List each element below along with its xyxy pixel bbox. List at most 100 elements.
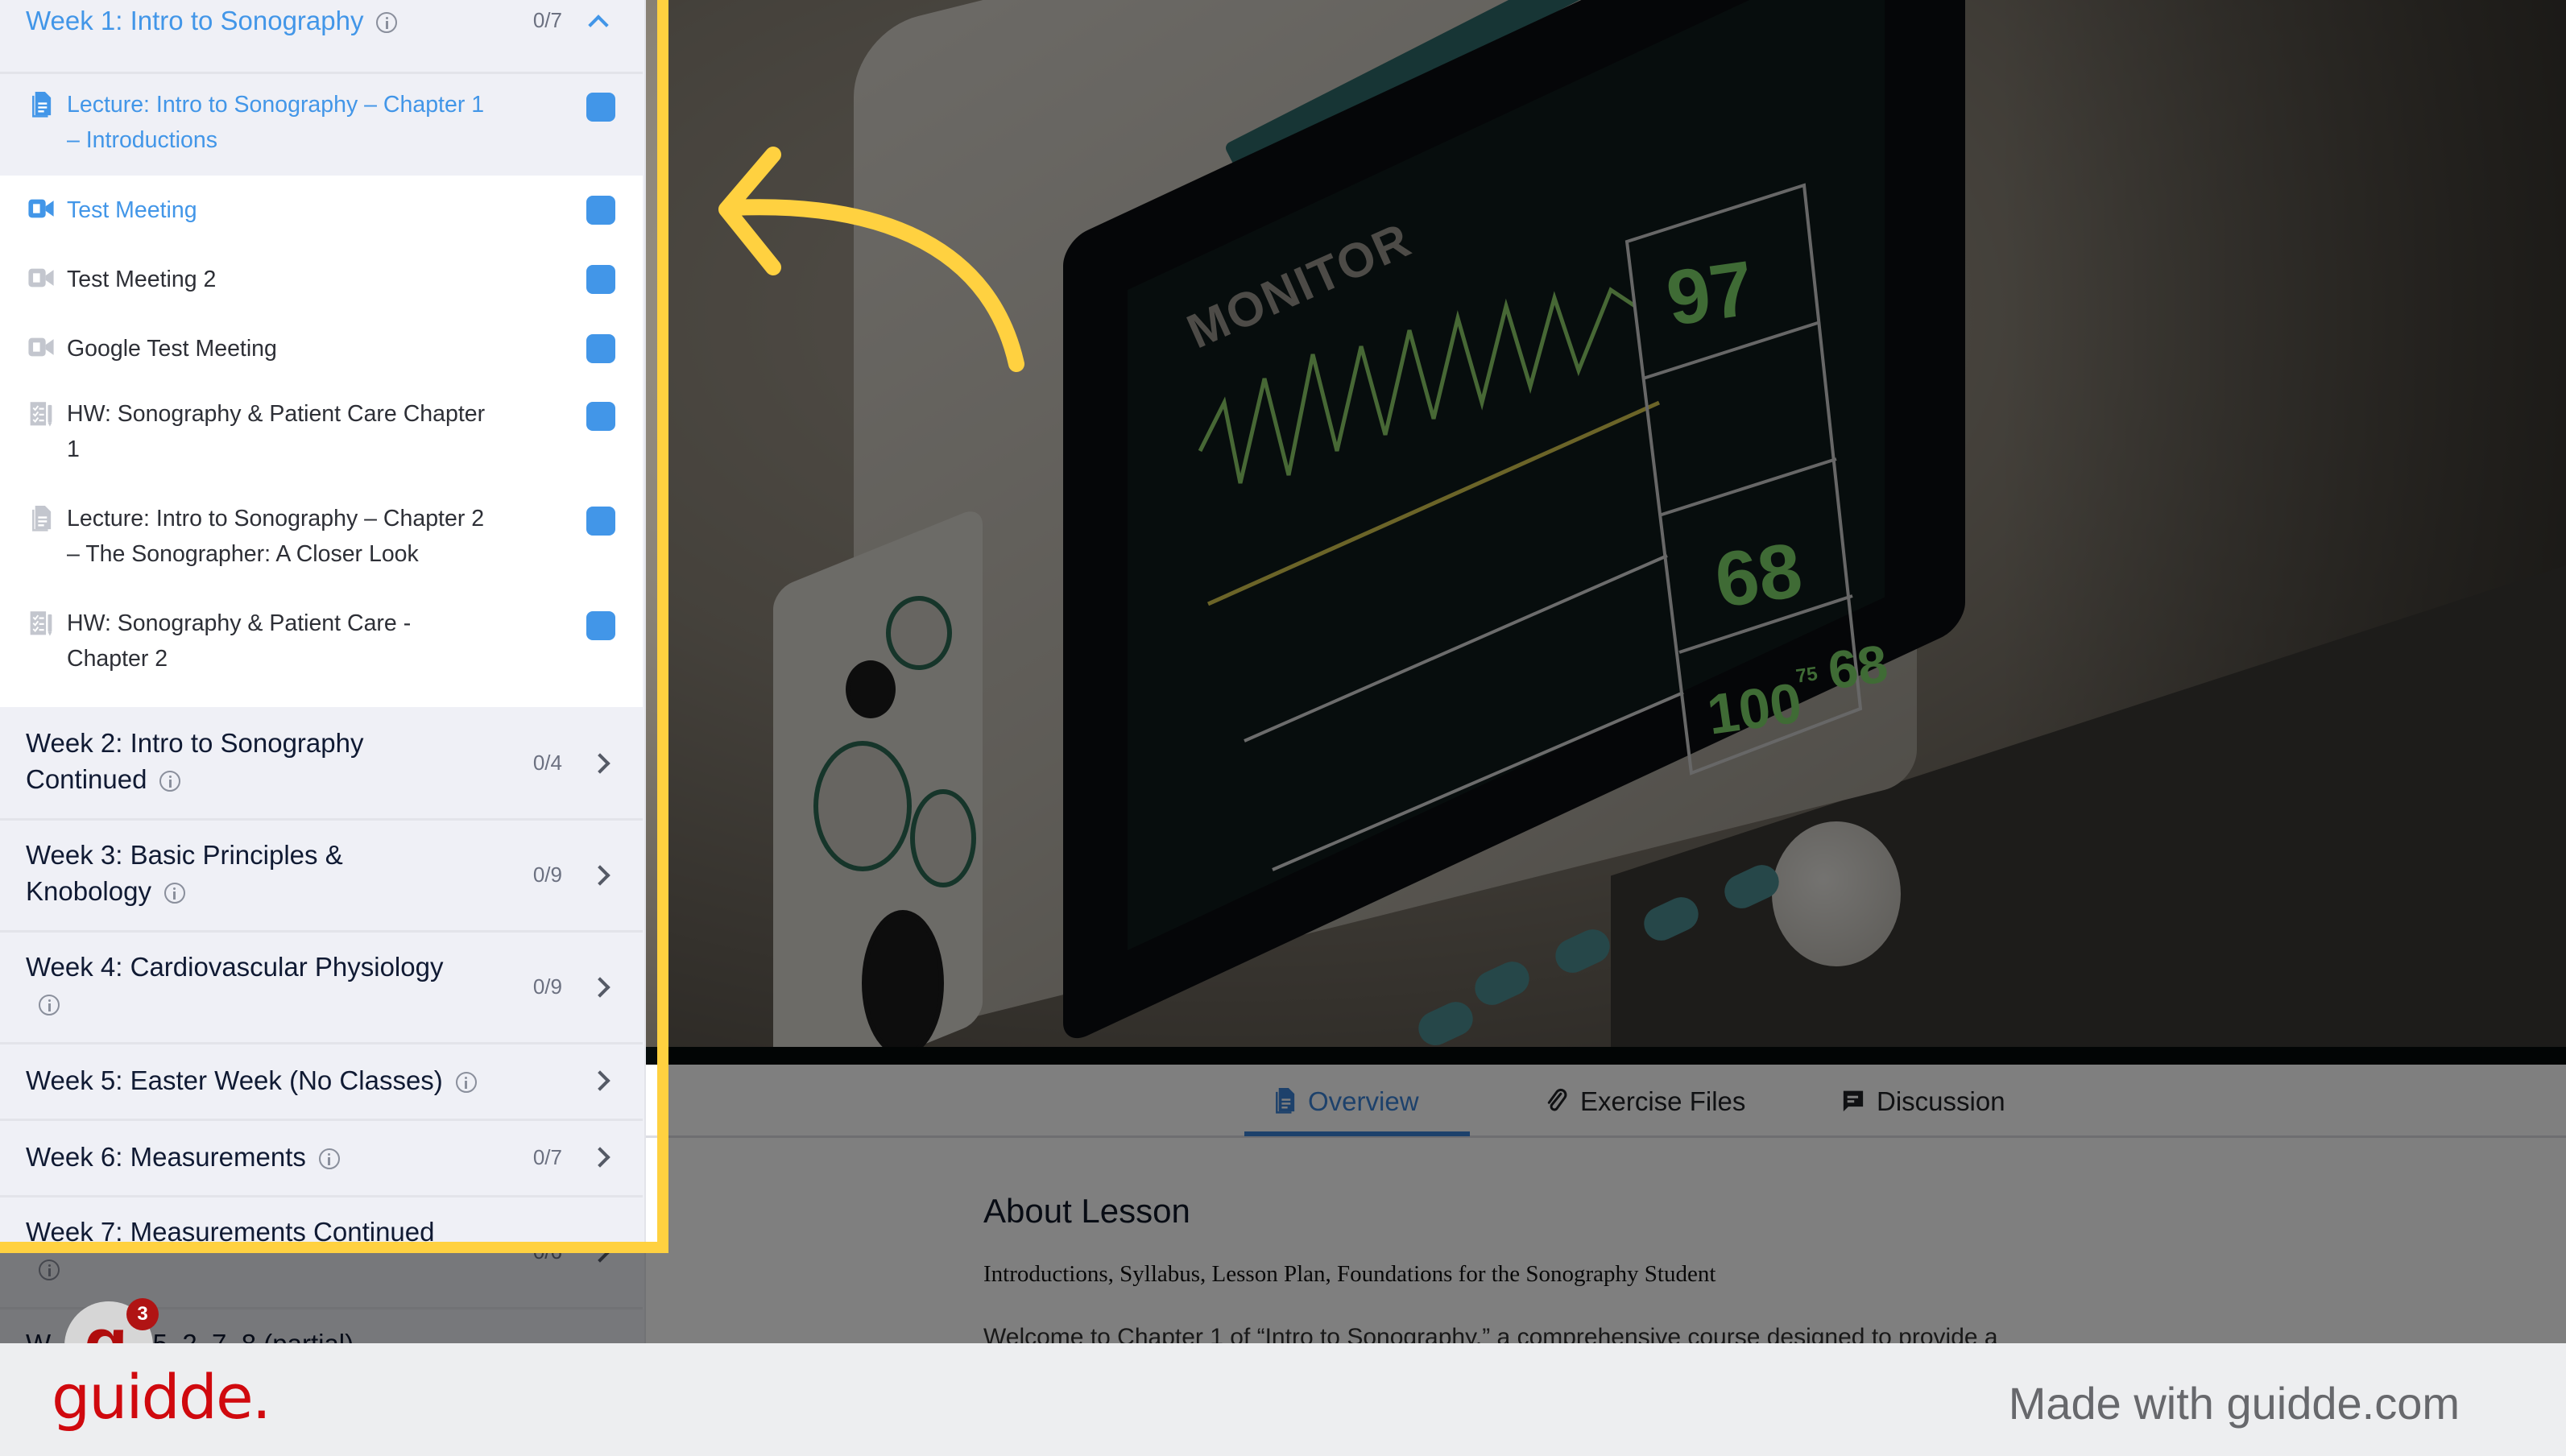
completion-checkbox[interactable] xyxy=(586,196,615,225)
week-3-header[interactable]: Week 3: Basic Principles & Knobology 0/9 xyxy=(0,821,643,933)
chevron-right-icon[interactable] xyxy=(590,1070,610,1091)
lesson-title: HW: Sonography & Patient Care Chapter 1 xyxy=(67,396,542,467)
document-icon xyxy=(32,92,52,118)
video-camera-icon xyxy=(28,337,54,357)
week-title: Week 3: Basic Principles & Knobology xyxy=(26,837,343,909)
homework-checklist-icon xyxy=(30,611,52,636)
week-title-text: Week 6: Measurements xyxy=(26,1142,306,1172)
document-icon xyxy=(32,506,52,532)
about-lesson-subtitle: Introductions, Syllabus, Lesson Plan, Fo… xyxy=(983,1261,1716,1287)
week-title-text: Week 7: Measurements Continued xyxy=(26,1217,435,1247)
lesson-title-line: HW: Sonography & Patient Care - xyxy=(67,610,412,636)
lesson-title-line: 1 xyxy=(67,436,80,462)
lesson-title-line: Lecture: Intro to Sonography – Chapter 1 xyxy=(67,92,485,118)
nibp-map-value: 68 xyxy=(1824,633,1892,701)
week-6-header[interactable]: Week 6: Measurements 0/7 xyxy=(0,1121,643,1197)
info-icon[interactable] xyxy=(39,1260,60,1281)
lesson-title-line: HW: Sonography & Patient Care Chapter xyxy=(67,401,486,427)
week-title-text: Week 4: Cardiovascular Physiology xyxy=(26,952,444,982)
lesson-title: Test Meeting xyxy=(67,197,197,223)
week-4-header[interactable]: Week 4: Cardiovascular Physiology 0/9 xyxy=(0,933,643,1044)
info-icon[interactable] xyxy=(318,1148,340,1170)
paperclip-icon xyxy=(1547,1088,1567,1111)
lesson-title-line: Lecture: Intro to Sonography – Chapter 2 xyxy=(67,506,485,532)
lesson-item[interactable]: HW: Sonography & Patient Care Chapter 1 xyxy=(0,383,643,488)
lesson-title: Google Test Meeting xyxy=(67,336,277,362)
lesson-title-line: – The Sonographer: A Closer Look xyxy=(67,541,419,567)
info-icon[interactable] xyxy=(163,883,185,904)
document-icon xyxy=(1276,1088,1295,1114)
completion-checkbox[interactable] xyxy=(586,334,615,363)
week-title-text: Continued xyxy=(26,764,147,794)
lesson-title: Test Meeting 2 xyxy=(67,267,217,292)
lesson-item[interactable]: Lecture: Intro to Sonography – Chapter 2… xyxy=(0,488,643,593)
homework-checklist-icon xyxy=(30,402,52,427)
week-title-text: Week 2: Intro to Sonography xyxy=(26,728,364,758)
info-icon[interactable] xyxy=(455,1072,477,1094)
lesson-item[interactable]: Test Meeting 2 xyxy=(0,245,643,314)
week-progress: 0/7 xyxy=(532,1145,562,1169)
completion-checkbox[interactable] xyxy=(586,265,615,294)
week-title: Week 6: Measurements xyxy=(26,1139,340,1175)
week-progress: 0/4 xyxy=(532,751,562,775)
chevron-right-icon[interactable] xyxy=(590,865,610,886)
lesson-title-line: Chapter 2 xyxy=(67,646,168,672)
week-1-header[interactable]: Week 1: Intro to Sonography 0/7 xyxy=(0,0,643,74)
info-icon[interactable] xyxy=(159,771,181,792)
active-tab-indicator xyxy=(1244,1131,1470,1136)
lesson-title: Lecture: Intro to Sonography – Chapter 2… xyxy=(67,501,542,572)
tab-label: Exercise Files xyxy=(1580,1086,1746,1116)
info-icon[interactable] xyxy=(376,12,398,34)
week-title-text: Week 3: Basic Principles & xyxy=(26,840,343,870)
completion-checkbox[interactable] xyxy=(586,507,615,536)
notification-badge: 3 xyxy=(126,1298,159,1330)
lesson-item[interactable]: Lecture: Intro to Sonography – Chapter 1… xyxy=(0,74,643,176)
completion-checkbox[interactable] xyxy=(586,402,615,431)
completion-checkbox[interactable] xyxy=(586,611,615,640)
about-lesson-heading: About Lesson xyxy=(983,1192,1190,1230)
lesson-item[interactable]: HW: Sonography & Patient Care - Chapter 2 xyxy=(0,593,643,707)
chevron-right-icon[interactable] xyxy=(590,753,610,774)
tab-label: Overview xyxy=(1308,1086,1419,1116)
monitor-knob xyxy=(1772,821,1901,966)
video-camera-icon xyxy=(28,268,54,287)
week-progress: 0/9 xyxy=(532,974,562,999)
week-7-header[interactable]: Week 7: Measurements Continued 0/6 xyxy=(0,1197,643,1309)
week-progress: 0/7 xyxy=(532,8,562,32)
lesson-item[interactable]: Test Meeting xyxy=(0,176,643,245)
info-icon[interactable] xyxy=(39,995,60,1016)
chevron-right-icon[interactable] xyxy=(590,1147,610,1168)
week-title-text: Week 5: Easter Week (No Classes) xyxy=(26,1065,443,1095)
video-camera-icon xyxy=(28,199,54,218)
lesson-item[interactable]: Google Test Meeting xyxy=(0,314,643,383)
lesson-title-line: – Introductions xyxy=(67,127,217,153)
week-progress: 0/9 xyxy=(532,862,562,887)
tab-discussion[interactable]: Discussion xyxy=(1841,1076,2005,1127)
screen: MONITOR 97 68 100 75 68 Overview Exercis… xyxy=(0,0,2566,1456)
chevron-right-icon[interactable] xyxy=(590,1242,610,1263)
week-1-lessons: Lecture: Intro to Sonography – Chapter 1… xyxy=(0,74,643,707)
made-with-guidde-link[interactable]: Made with guidde.com xyxy=(2009,1377,2460,1429)
week-progress: 0/6 xyxy=(532,1239,562,1264)
guidde-logo: guidde. xyxy=(52,1361,271,1433)
week-title: Week 4: Cardiovascular Physiology xyxy=(26,949,443,1021)
nibp-sys-value: 100 xyxy=(1703,671,1806,747)
completion-checkbox[interactable] xyxy=(586,93,615,122)
chevron-right-icon[interactable] xyxy=(590,977,610,998)
week-2-header[interactable]: Week 2: Intro to Sonography Continued 0/4 xyxy=(0,709,643,821)
week-title: Week 2: Intro to Sonography Continued xyxy=(26,725,363,797)
tab-overview[interactable]: Overview xyxy=(1273,1076,1419,1127)
lesson-title: HW: Sonography & Patient Care - Chapter 2 xyxy=(67,606,542,676)
guidde-footer: guidde. Made with guidde.com xyxy=(0,1343,2566,1456)
nibp-dia-value: 75 xyxy=(1794,663,1819,688)
ecg-waveform xyxy=(1198,183,1863,871)
week-title-text: Week 1: Intro to Sonography xyxy=(26,6,364,35)
week-title-text: Knobology xyxy=(26,876,151,906)
lesson-title: Lecture: Intro to Sonography – Chapter 1… xyxy=(67,87,542,158)
pulse-value: 68 xyxy=(1710,527,1807,624)
lesson-video[interactable]: MONITOR 97 68 100 75 68 xyxy=(644,0,2566,1047)
tab-exercise-files[interactable]: Exercise Files xyxy=(1545,1076,1745,1127)
chevron-up-icon[interactable] xyxy=(588,14,609,35)
week-5-header[interactable]: Week 5: Easter Week (No Classes) xyxy=(0,1044,643,1121)
week-title: Week 7: Measurements Continued xyxy=(26,1214,435,1286)
